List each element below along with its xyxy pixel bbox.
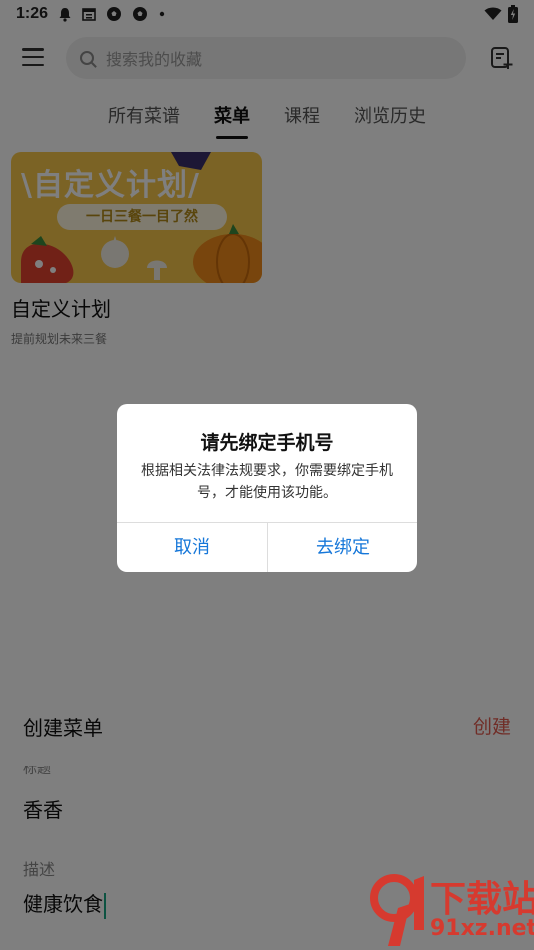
- site-watermark: 下载站 91xz.net: [364, 870, 534, 950]
- cancel-button[interactable]: 取消: [117, 523, 267, 572]
- dialog-title: 请先绑定手机号: [200, 432, 334, 454]
- dialog-message: 根据相关法律法规要求，你需要绑定手机号，才能使用该功能。: [141, 463, 393, 501]
- bind-phone-button[interactable]: 去绑定: [268, 523, 417, 572]
- watermark-brand-bottom: 91xz.net: [430, 916, 534, 941]
- watermark-logo-icon: [370, 874, 424, 946]
- watermark-brand-top: 下载站: [430, 879, 534, 920]
- bind-phone-dialog: 请先绑定手机号 根据相关法律法规要求，你需要绑定手机号，才能使用该功能。 取消 …: [117, 404, 417, 572]
